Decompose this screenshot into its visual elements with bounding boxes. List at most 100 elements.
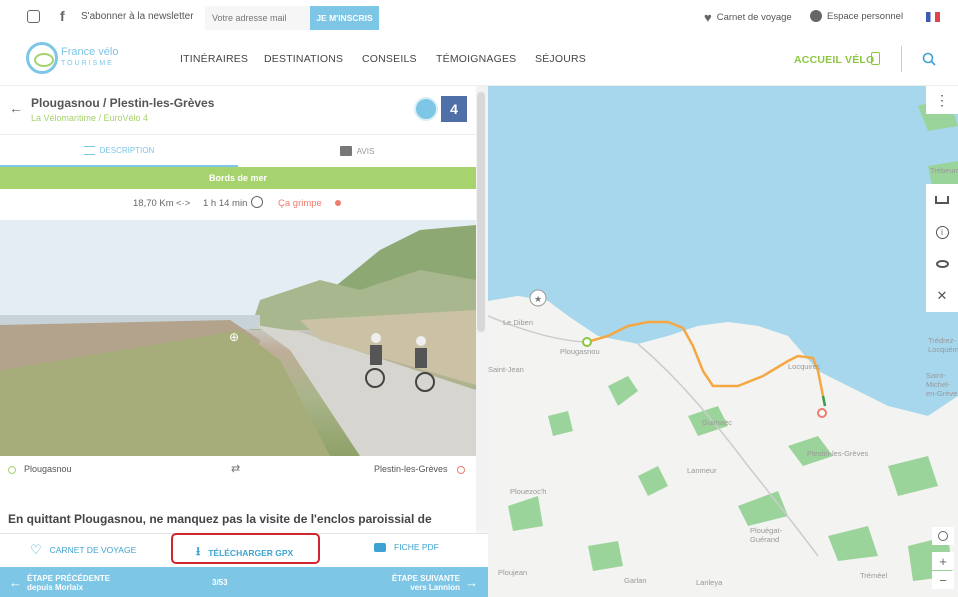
map-label: Lanmeur [687,466,717,475]
eurovelo-badge: 4 [441,96,467,122]
distance-value: 18,70 Km [133,197,174,209]
accueil-velo-icon [871,52,880,65]
nav-itineraires[interactable]: ITINÉRAIRES [180,53,248,65]
map-label: Plougasnou [560,347,600,356]
end-dot-icon [457,466,465,474]
subscribe-button[interactable]: JE M'INSCRIS [310,6,379,30]
logo[interactable]: France vélo TOURISME [26,42,118,74]
divider [901,46,902,72]
distance-icon: <·> [176,197,191,209]
flag-fr-icon[interactable] [926,12,940,22]
stage-title: Plougasnou / Plestin-les-Grèves [31,96,215,110]
main-header: France vélo TOURISME ITINÉRAIRES DESTINA… [0,36,958,86]
nav-conseils[interactable]: CONSEILS [362,53,417,65]
list-icon [83,145,95,155]
map-restaurant-button[interactable]: ✕ [926,280,958,312]
map-menu-button[interactable]: ⋮ [926,86,958,114]
end-label: Plestin-les-Grèves [374,464,448,474]
instagram-icon[interactable] [27,10,40,23]
tab-description[interactable]: DESCRIPTION [0,135,238,167]
locate-button[interactable] [932,527,954,545]
pdf-button[interactable]: FICHE PDF [374,542,439,552]
user-icon [810,10,822,22]
espace-link[interactable]: Espace personnel [810,10,903,22]
logo-main-text: France vélo [61,46,119,58]
cutlery-icon: ✕ [936,288,948,303]
bed-icon [935,196,949,204]
stage-endpoints: Plougasnou ⇄ Plestin-les-Grèves [0,456,476,484]
map-label: Locquirec [788,362,821,371]
route-map[interactable]: ★ Le Diben Plougasnou Saint-Jean Locquir… [488,86,958,597]
map-lodging-button[interactable] [926,184,958,216]
minus-icon: − [939,572,947,588]
map-view-button[interactable] [926,248,958,280]
prev-step-link[interactable]: ÉTAPE PRÉCÉDENTE depuis Morlaix [27,574,110,592]
map-label: Lanleya [696,578,723,587]
stage-photo[interactable]: ⊕ [0,220,476,456]
heart-icon: ♥ [704,10,712,25]
start-label: Plougasnou [24,464,72,474]
map-label: Guimaëc [702,418,733,427]
tab-bar: DESCRIPTION AVIS [0,134,476,167]
facebook-icon[interactable]: f [60,8,65,24]
comment-icon [339,146,352,156]
tab-avis-label: AVIS [356,146,375,156]
plus-icon: + [939,553,947,569]
velomaritime-badge [414,97,438,121]
heart-plus-icon: ♡ [30,542,42,557]
difficulty-value: Ça grimpe [278,197,322,209]
map-label: Ploujean [498,568,528,577]
carnet-button-label: CARNET DE VOYAGE [49,545,137,555]
map-label: Plouezoc'h [510,487,547,496]
map-label: Tréméel [860,571,888,580]
nav-sejours[interactable]: SÉJOURS [535,53,586,65]
more-vert-icon: ⋮ [935,91,949,108]
map-label: Le Diben [503,318,534,327]
email-input[interactable] [205,6,310,30]
tab-description-label: DESCRIPTION [99,145,155,155]
map-label: Saint-Michel-en-Grève [926,371,958,398]
scrollbar-thumb[interactable] [477,92,485,332]
carnet-link[interactable]: ♥ Carnet de voyage [704,10,792,25]
map-info-button[interactable]: i [926,216,958,248]
carnet-button[interactable]: ♡ CARNET DE VOYAGE [30,542,136,558]
search-icon[interactable] [922,52,936,66]
theme-banner: Bords de mer [0,167,476,189]
gpx-highlight-box [171,533,320,564]
locate-icon [938,531,948,541]
step-counter: 3/53 [212,578,228,587]
map-label: Garlan [624,576,647,585]
difficulty-dot-icon [335,200,341,206]
map-label: Saint-Jean [488,365,524,374]
stage-subtitle[interactable]: La Vélomaritime / EuroVélo 4 [31,113,148,123]
map-canvas: ★ [488,86,958,597]
swap-icon[interactable]: ⇄ [231,462,240,475]
step-navigation: ← ÉTAPE PRÉCÉDENTE depuis Morlaix 3/53 É… [0,567,488,597]
printer-icon [374,542,386,552]
prev-arrow-icon[interactable]: ← [9,575,22,590]
nav-temoignages[interactable]: TÉMOIGNAGES [436,53,516,65]
next-step-title: ÉTAPE SUIVANTE [391,574,460,583]
zoom-in-button[interactable]: + [932,552,954,570]
map-label: Trédrez-Locquémeau [928,336,958,354]
nav-destinations[interactable]: DESTINATIONS [264,53,343,65]
stage-stats: 18,70 Km <·> 1 h 14 min Ça grimpe [0,192,476,214]
map-label: Plestin-les-Grèves [807,449,869,458]
zoom-photo-icon[interactable]: ⊕ [229,330,239,344]
map-label: Plouégat-Guérand [750,526,783,544]
next-step-sub: vers Lannion [410,583,460,592]
logo-sub-text: TOURISME [61,60,114,67]
next-step-link[interactable]: ÉTAPE SUIVANTE vers Lannion [392,574,460,592]
start-dot-icon [8,466,16,474]
newsletter-label: S'abonner à la newsletter [81,11,194,22]
logo-icon [26,42,58,74]
map-label: Trébeurd [930,166,958,175]
next-arrow-icon[interactable]: → [465,575,478,590]
stage-panel: ← Plougasnou / Plestin-les-Grèves La Vél… [0,86,488,597]
zoom-out-button[interactable]: − [932,571,954,589]
back-arrow-icon[interactable]: ← [9,100,23,116]
svg-text:★: ★ [534,295,542,305]
tab-avis[interactable]: AVIS [238,135,476,167]
prev-step-sub: depuis Morlaix [27,583,84,592]
accueil-velo-link[interactable]: ACCUEIL VÉLO [794,54,874,66]
